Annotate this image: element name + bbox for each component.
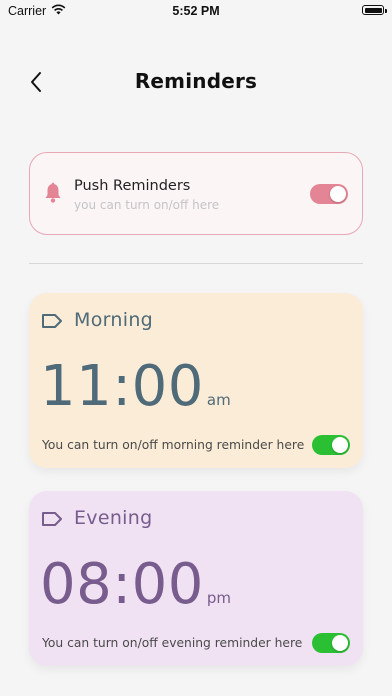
tag-icon [41, 313, 63, 333]
page-title: Reminders [134, 69, 258, 93]
reminder-time[interactable]: 08:00 pm [40, 555, 231, 615]
time-value: 08:00 [40, 552, 204, 617]
push-reminders-subtitle: you can turn on/off here [74, 198, 220, 212]
divider [29, 263, 363, 264]
time-period: am [206, 391, 231, 409]
reminder-name: Morning [74, 309, 154, 331]
push-reminders-title: Push Reminders [74, 178, 191, 194]
evening-reminder-card: Evening 08:00 pm You can turn on/off eve… [29, 491, 363, 666]
time-value: 11:00 [40, 354, 204, 419]
reminder-hint: You can turn on/off evening reminder her… [42, 636, 303, 650]
status-bar: Carrier 5:52 PM [0, 0, 392, 22]
time-period: pm [206, 589, 232, 607]
morning-reminder-toggle[interactable] [312, 435, 350, 455]
tag-icon [41, 511, 63, 531]
reminder-name: Evening [74, 507, 153, 529]
nav-bar: Reminders [0, 62, 392, 102]
push-reminders-toggle[interactable] [310, 184, 348, 204]
reminder-hint: You can turn on/off morning reminder her… [42, 438, 305, 452]
evening-reminder-toggle[interactable] [312, 633, 350, 653]
push-reminders-card: Push Reminders you can turn on/off here [29, 152, 363, 235]
morning-reminder-card: Morning 11:00 am You can turn on/off mor… [29, 293, 363, 468]
status-time: 5:52 PM [172, 4, 220, 18]
bell-icon [44, 182, 62, 208]
battery-icon [362, 5, 387, 15]
reminder-time[interactable]: 11:00 am [40, 357, 231, 417]
